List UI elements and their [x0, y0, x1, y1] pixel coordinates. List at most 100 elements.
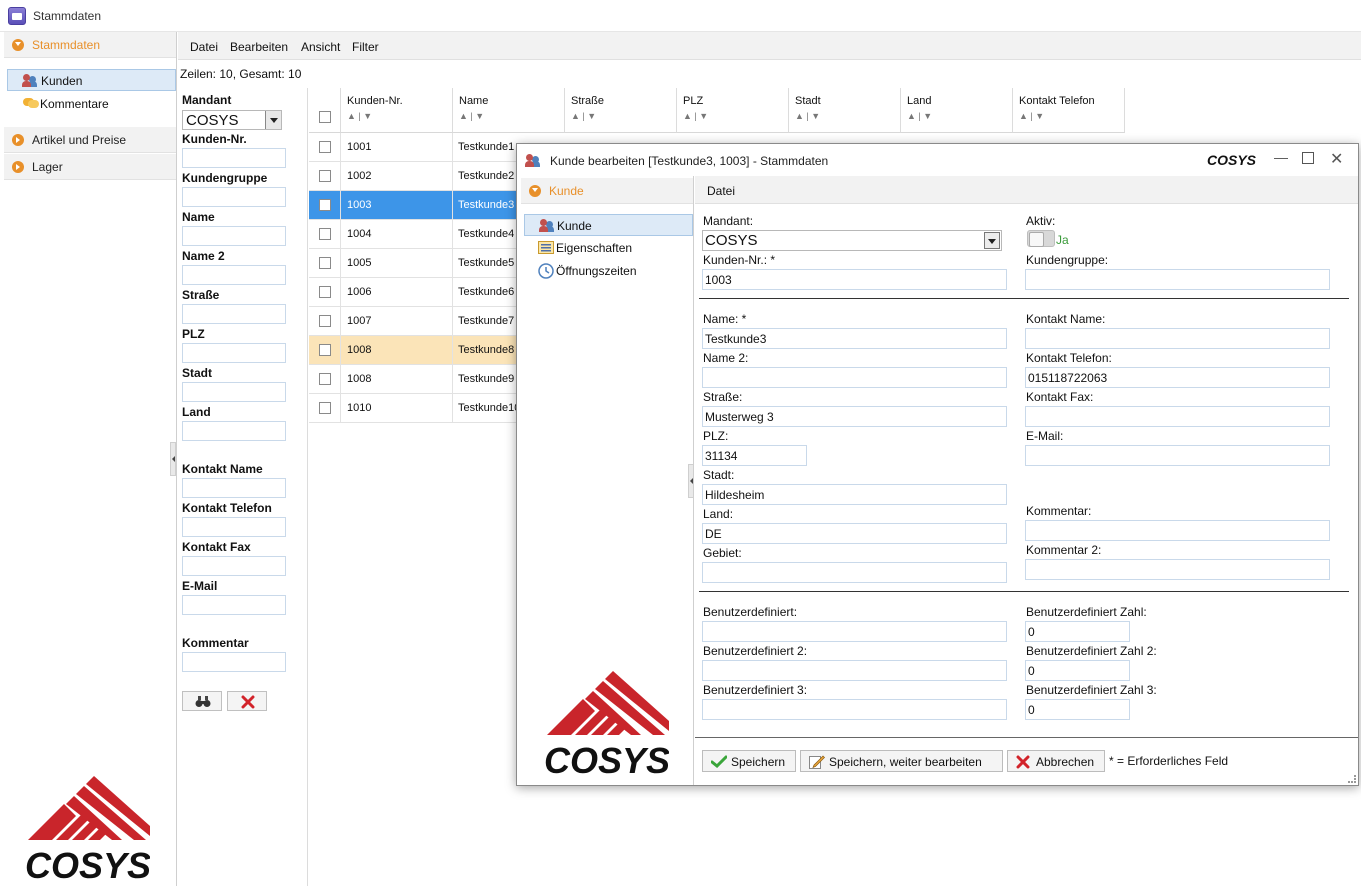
column-header-label: Kunden-Nr.	[347, 95, 403, 107]
filter-name-input[interactable]	[182, 226, 286, 246]
kunden-nr-field[interactable]: 1003	[702, 269, 1007, 290]
select-value: COSYS	[705, 232, 758, 249]
filter-plz-input[interactable]	[182, 343, 286, 363]
field-label: Mandant:	[703, 214, 754, 228]
sidebar-item-kommentare[interactable]: Kommentare	[7, 93, 176, 115]
field-label: Benutzerdefiniert 2:	[703, 644, 808, 658]
chevron-down-icon[interactable]	[984, 232, 1000, 249]
resize-grip-icon[interactable]	[1348, 775, 1356, 783]
filter-label-mandant: Mandant	[182, 93, 232, 107]
minimize-icon[interactable]: —	[1274, 149, 1288, 165]
stadt-field[interactable]: Hildesheim	[702, 484, 1007, 505]
accordion-artikel-und-preise[interactable]: Artikel und Preise	[4, 127, 176, 153]
name-field[interactable]: Testkunde3	[702, 328, 1007, 349]
filter-strasse-input[interactable]	[182, 304, 286, 324]
column-header-name[interactable]: Name ▲ | ▼	[453, 88, 565, 133]
row-checkbox[interactable]	[319, 199, 331, 211]
sort-icon[interactable]: ▲ | ▼	[907, 111, 932, 121]
chevron-down-icon[interactable]	[265, 111, 281, 129]
search-button[interactable]	[182, 691, 222, 711]
row-checkbox[interactable]	[319, 315, 331, 327]
row-checkbox[interactable]	[319, 402, 331, 414]
field-value: DE	[705, 527, 722, 541]
land-field[interactable]: DE	[702, 523, 1007, 544]
save-button[interactable]: Speichern	[702, 750, 796, 772]
row-checkbox[interactable]	[319, 286, 331, 298]
cell-name: Testkunde2	[458, 170, 515, 182]
mandant-select[interactable]: COSYS	[702, 230, 1002, 251]
column-header-land[interactable]: Land ▲ | ▼	[901, 88, 1013, 133]
filter-kommentar-input[interactable]	[182, 652, 286, 672]
menu-datei[interactable]: Datei	[190, 40, 218, 54]
dialog-nav-kunde[interactable]: Kunde	[524, 214, 693, 236]
filter-kunden-nr-input[interactable]	[182, 148, 286, 168]
menu-filter[interactable]: Filter	[352, 40, 379, 54]
aktiv-toggle[interactable]	[1027, 230, 1055, 247]
accordion-lager[interactable]: Lager	[4, 154, 176, 180]
select-all-checkbox[interactable]	[319, 111, 331, 123]
users-icon	[539, 218, 555, 232]
benutzerdefiniert-field[interactable]	[702, 621, 1007, 642]
column-header-stadt[interactable]: Stadt ▲ | ▼	[789, 88, 901, 133]
dialog-splitter[interactable]	[688, 464, 694, 498]
column-header-plz[interactable]: PLZ ▲ | ▼	[677, 88, 789, 133]
kundengruppe-field[interactable]	[1025, 269, 1330, 290]
kommentar2-field[interactable]	[1025, 559, 1330, 580]
plz-field[interactable]: 31134	[702, 445, 807, 466]
sort-icon[interactable]: ▲ | ▼	[795, 111, 820, 121]
sort-icon[interactable]: ▲ | ▼	[459, 111, 484, 121]
row-checkbox[interactable]	[319, 170, 331, 182]
benutzerdefiniert3-field[interactable]	[702, 699, 1007, 720]
column-header-strasse[interactable]: Straße ▲ | ▼	[565, 88, 677, 133]
sort-icon[interactable]: ▲ | ▼	[571, 111, 596, 121]
sort-icon[interactable]: ▲ | ▼	[1019, 111, 1044, 121]
benutzerdefiniert-zahl2-field[interactable]: 0	[1025, 660, 1130, 681]
sidebar-item-kunden[interactable]: Kunden	[7, 69, 176, 91]
row-checkbox[interactable]	[319, 141, 331, 153]
filter-kontakt-telefon-input[interactable]	[182, 517, 286, 537]
filter-kundengruppe-input[interactable]	[182, 187, 286, 207]
filter-kontakt-fax-input[interactable]	[182, 556, 286, 576]
close-icon[interactable]: ✕	[1330, 149, 1343, 169]
gebiet-field[interactable]	[702, 562, 1007, 583]
filter-mandant-select[interactable]: COSYS	[182, 110, 282, 130]
dialog-nav-oeffnungszeiten[interactable]: Öffnungszeiten	[524, 260, 693, 282]
save-continue-button[interactable]: Speichern, weiter bearbeiten	[800, 750, 1003, 772]
sort-icon[interactable]: ▲ | ▼	[347, 111, 372, 121]
sidebar-splitter[interactable]	[170, 442, 176, 476]
menu-bearbeiten[interactable]: Bearbeiten	[230, 40, 288, 54]
accordion-stammdaten[interactable]: Stammdaten	[4, 32, 176, 58]
kommentar-field[interactable]	[1025, 520, 1330, 541]
cancel-button[interactable]: Abbrechen	[1007, 750, 1105, 772]
kontakt-name-field[interactable]	[1025, 328, 1330, 349]
benutzerdefiniert-zahl3-field[interactable]: 0	[1025, 699, 1130, 720]
row-checkbox[interactable]	[319, 373, 331, 385]
column-header-select[interactable]	[309, 88, 341, 133]
field-label: Aktiv:	[1026, 214, 1056, 228]
name2-field[interactable]	[702, 367, 1007, 388]
strasse-field[interactable]: Musterweg 3	[702, 406, 1007, 427]
row-checkbox[interactable]	[319, 344, 331, 356]
maximize-icon[interactable]	[1302, 152, 1314, 164]
email-field[interactable]	[1025, 445, 1330, 466]
benutzerdefiniert-zahl-field[interactable]: 0	[1025, 621, 1130, 642]
filter-name2-input[interactable]	[182, 265, 286, 285]
column-header-kunden-nr[interactable]: Kunden-Nr. ▲ | ▼	[341, 88, 453, 133]
dialog-nav-eigenschaften[interactable]: Eigenschaften	[524, 237, 693, 259]
kontakt-fax-field[interactable]	[1025, 406, 1330, 427]
row-checkbox[interactable]	[319, 257, 331, 269]
kontakt-telefon-field[interactable]: 015118722063	[1025, 367, 1330, 388]
filter-kontakt-name-input[interactable]	[182, 478, 286, 498]
sort-icon[interactable]: ▲ | ▼	[683, 111, 708, 121]
filter-land-input[interactable]	[182, 421, 286, 441]
row-checkbox[interactable]	[319, 228, 331, 240]
filter-stadt-input[interactable]	[182, 382, 286, 402]
column-header-kontakt-telefon[interactable]: Kontakt Telefon ▲ | ▼	[1013, 88, 1125, 133]
field-value: Testkunde3	[705, 332, 767, 346]
clear-filter-button[interactable]	[227, 691, 267, 711]
benutzerdefiniert2-field[interactable]	[702, 660, 1007, 681]
filter-email-input[interactable]	[182, 595, 286, 615]
accordion-kunde[interactable]: Kunde	[521, 178, 693, 204]
dialog-menu-datei[interactable]: Datei	[707, 184, 735, 198]
menu-ansicht[interactable]: Ansicht	[301, 40, 340, 54]
